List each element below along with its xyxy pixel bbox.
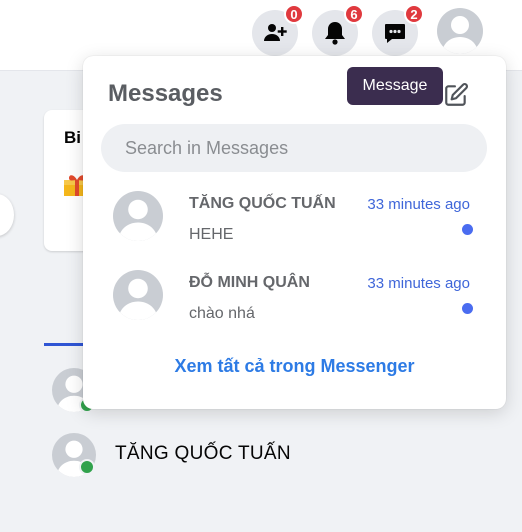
conversation-item[interactable]: TĂNG QUỐC TUẤN 33 minutes ago HEHE (83, 188, 506, 262)
unread-dot (462, 303, 473, 314)
messages-badge: 2 (404, 4, 424, 24)
bell-icon (325, 22, 345, 45)
conversation-item[interactable]: ĐỖ MINH QUÂN 33 minutes ago chào nhá (83, 267, 506, 341)
conversation-time: 33 minutes ago (367, 275, 470, 292)
unread-dot (462, 224, 473, 235)
conversation-last-message: HEHE (189, 226, 234, 243)
conversation-name: TĂNG QUỐC TUẤN (189, 195, 336, 212)
search-input[interactable] (101, 124, 487, 172)
conversation-time: 33 minutes ago (367, 196, 470, 213)
notifications-button[interactable]: 6 (312, 4, 364, 56)
conversation-avatar (113, 191, 163, 241)
panel-title: Messages (108, 80, 223, 107)
message-tooltip: Message (347, 67, 443, 105)
conversation-name: ĐỖ MINH QUÂN (189, 274, 310, 291)
chat-bubble-icon (385, 24, 405, 43)
contact-name[interactable]: TĂNG QUỐC TUẤN (115, 443, 291, 465)
background-card-title: Bi (64, 128, 81, 147)
conversation-avatar (113, 270, 163, 320)
profile-avatar-button[interactable] (437, 8, 483, 54)
friend-requests-button[interactable]: 0 (252, 4, 304, 56)
default-avatar-icon (118, 278, 158, 320)
notifications-badge: 6 (344, 4, 364, 24)
new-message-button[interactable] (441, 80, 471, 110)
contact-item[interactable] (52, 433, 96, 477)
add-user-icon (264, 24, 287, 41)
see-all-in-messenger-link[interactable]: Xem tất cả trong Messenger (83, 356, 506, 377)
default-avatar-icon (442, 16, 478, 54)
edit-icon (445, 83, 468, 106)
messages-button[interactable]: 2 (372, 4, 424, 56)
default-avatar-icon (118, 199, 158, 241)
background-scroll-button[interactable] (0, 194, 14, 236)
messages-dropdown-panel: Messages TĂNG QUỐC TUẤN 33 minutes ago H… (83, 56, 506, 409)
online-status-dot (79, 459, 95, 475)
friend-requests-badge: 0 (284, 4, 304, 24)
conversation-last-message: chào nhá (189, 305, 255, 322)
